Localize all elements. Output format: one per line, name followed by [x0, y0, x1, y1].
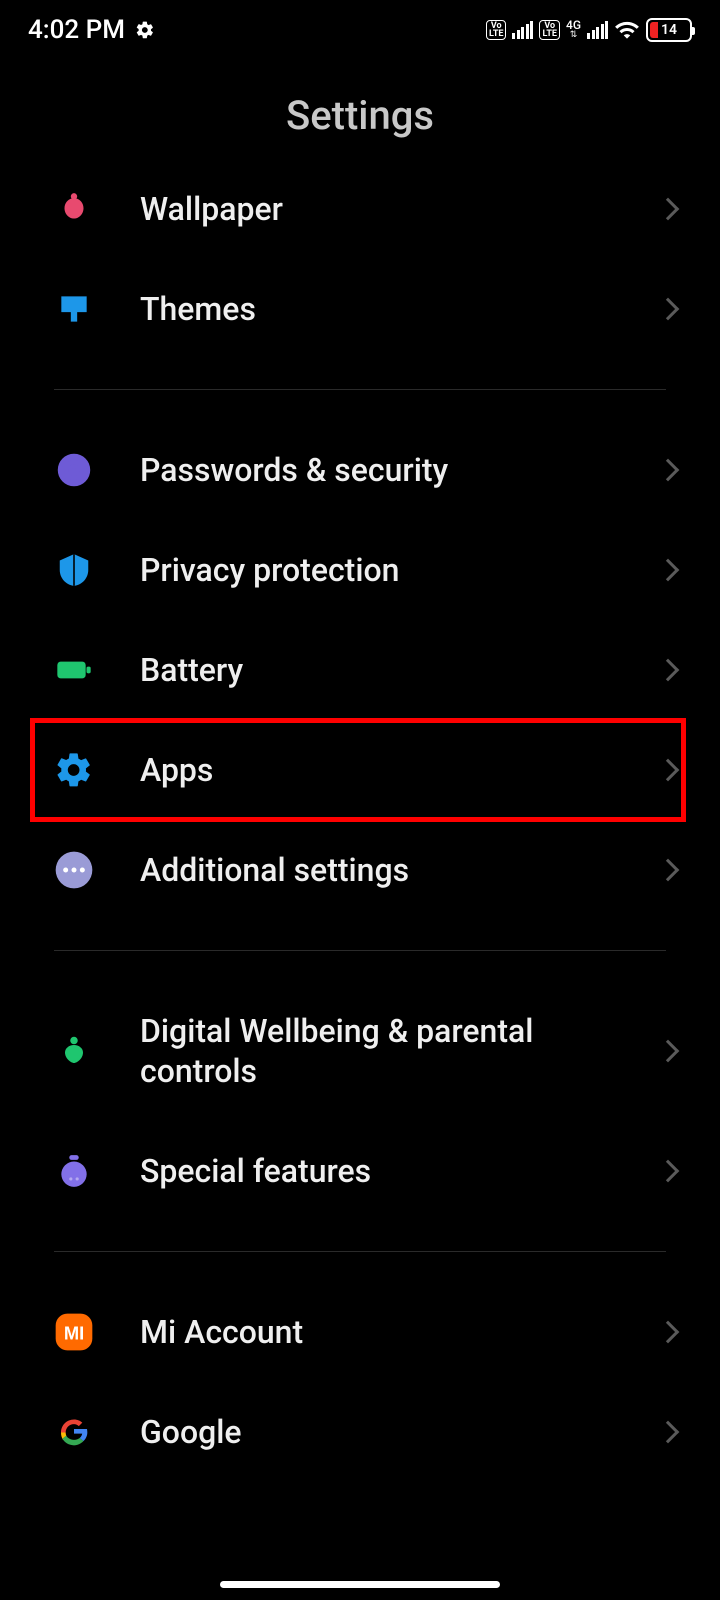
item-label: Special features — [140, 1151, 614, 1191]
item-label: Digital Wellbeing & parental controls — [140, 1011, 614, 1091]
chevron-right-icon — [657, 859, 680, 882]
settings-item-privacy-protection[interactable]: Privacy protection — [0, 520, 720, 620]
mi-logo-icon: MI — [54, 1312, 94, 1352]
settings-status-icon — [135, 20, 155, 40]
special-features-icon — [54, 1151, 94, 1191]
google-logo-icon — [54, 1412, 94, 1452]
settings-item-digital-wellbeing[interactable]: Digital Wellbeing & parental controls — [0, 981, 720, 1121]
more-icon — [54, 850, 94, 890]
chevron-right-icon — [657, 1040, 680, 1063]
item-label: Google — [140, 1412, 614, 1452]
chevron-right-icon — [657, 659, 680, 682]
chevron-right-icon — [657, 1421, 680, 1444]
chevron-right-icon — [657, 559, 680, 582]
fingerprint-icon — [54, 450, 94, 490]
group-divider — [54, 950, 666, 951]
themes-icon — [54, 289, 94, 329]
wifi-icon — [614, 17, 640, 43]
signal-icon-1 — [512, 21, 533, 39]
page-title: Settings — [0, 56, 720, 159]
chevron-right-icon — [657, 1160, 680, 1183]
item-label: Additional settings — [140, 850, 614, 890]
chevron-right-icon — [657, 1321, 680, 1344]
volte-icon-2: VoLTE — [539, 20, 560, 40]
settings-item-additional-settings[interactable]: Additional settings — [0, 820, 720, 920]
chevron-right-icon — [657, 298, 680, 321]
battery-icon: 14 — [646, 18, 692, 42]
volte-icon-1: VoLTE — [486, 20, 507, 40]
settings-item-passwords-security[interactable]: Passwords & security — [0, 420, 720, 520]
wellbeing-icon — [54, 1031, 94, 1071]
item-label: Themes — [140, 289, 614, 329]
battery-icon — [54, 650, 94, 690]
chevron-right-icon — [657, 759, 680, 782]
home-indicator[interactable] — [220, 1581, 500, 1588]
item-label: Battery — [140, 650, 614, 690]
group-divider — [54, 1251, 666, 1252]
status-right: VoLTE VoLTE 4G ⇅ 14 — [486, 17, 692, 43]
signal-icon-2 — [587, 21, 608, 39]
settings-item-apps[interactable]: Apps — [0, 720, 720, 820]
chevron-right-icon — [657, 459, 680, 482]
status-time: 4:02 PM — [28, 15, 125, 45]
item-label: Apps — [140, 750, 614, 790]
status-bar: 4:02 PM VoLTE VoLTE 4G ⇅ 14 — [0, 0, 720, 56]
settings-item-battery[interactable]: Battery — [0, 620, 720, 720]
item-label: Wallpaper — [140, 189, 614, 229]
settings-item-google[interactable]: Google — [0, 1382, 720, 1462]
settings-list: Wallpaper Themes Passwords & security Pr… — [0, 159, 720, 1462]
shield-icon — [54, 550, 94, 590]
status-left: 4:02 PM — [28, 15, 155, 45]
svg-text:MI: MI — [64, 1323, 84, 1344]
settings-item-themes[interactable]: Themes — [0, 259, 720, 359]
settings-item-special-features[interactable]: Special features — [0, 1121, 720, 1221]
group-divider — [54, 389, 666, 390]
settings-item-wallpaper[interactable]: Wallpaper — [0, 159, 720, 259]
chevron-right-icon — [657, 198, 680, 221]
item-label: Mi Account — [140, 1312, 614, 1352]
wallpaper-icon — [54, 189, 94, 229]
network-type: 4G ⇅ — [566, 20, 581, 40]
gear-icon — [54, 750, 94, 790]
settings-item-mi-account[interactable]: MI Mi Account — [0, 1282, 720, 1382]
item-label: Passwords & security — [140, 450, 614, 490]
item-label: Privacy protection — [140, 550, 614, 590]
